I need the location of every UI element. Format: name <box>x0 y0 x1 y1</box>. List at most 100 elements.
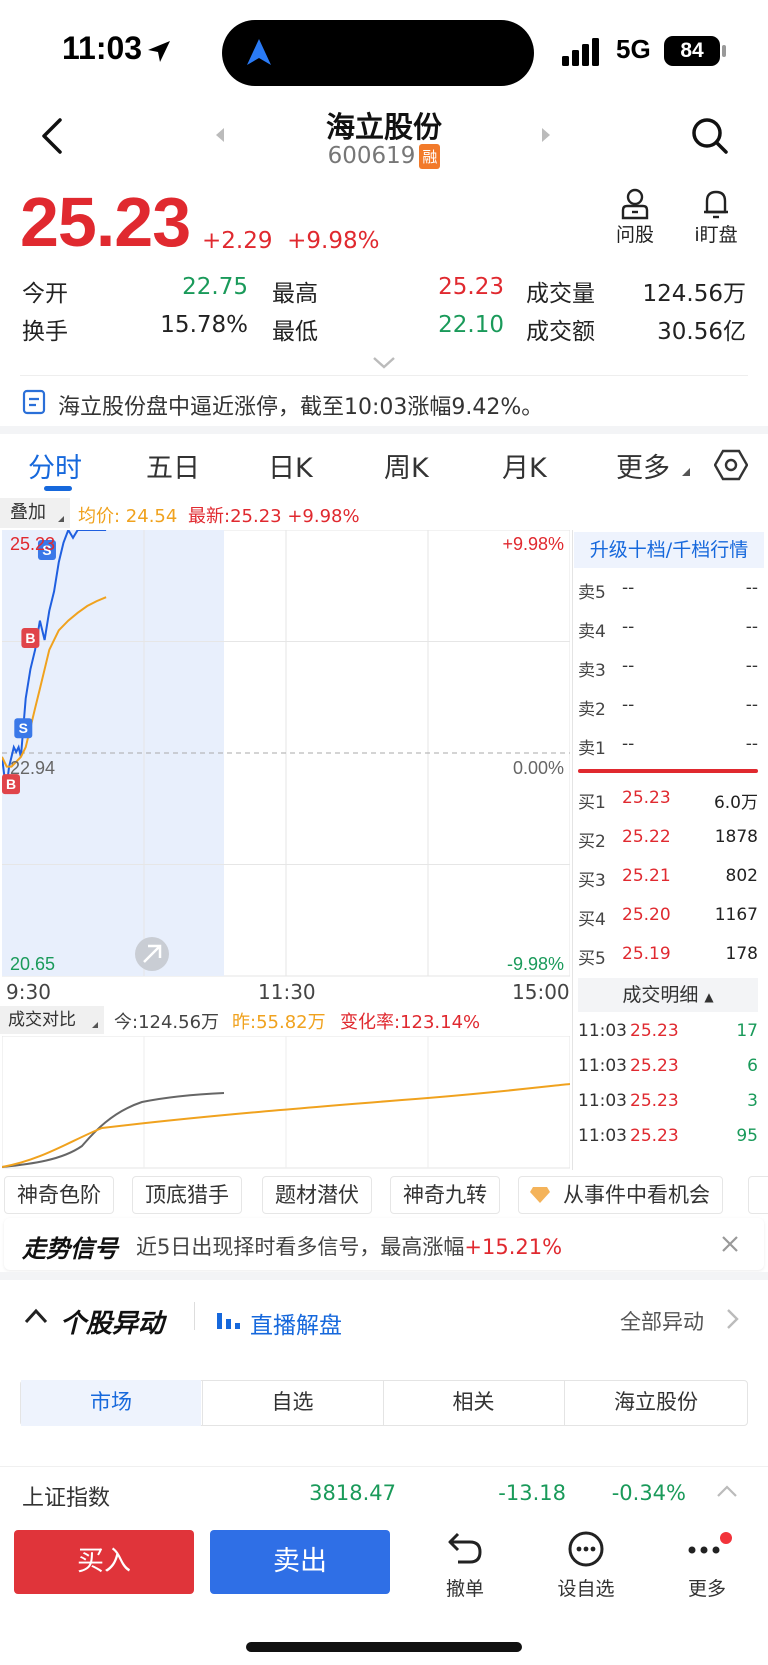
bid-row[interactable]: 买2 25.22 1878 <box>578 827 758 855</box>
buy-button[interactable]: 买入 <box>14 1530 194 1594</box>
ask-volume: -- <box>745 695 758 715</box>
tool-chips-row: 神奇色阶 顶底猎手 题材潜伏 神奇九转 从事件中看机会 <box>0 1172 768 1218</box>
ask-label: 卖5 <box>578 583 606 603</box>
volume-yesterday: 昨:55.82万 <box>232 1012 326 1033</box>
ask-price: -- <box>622 695 635 715</box>
trade-row: 11:03 25.23 17 <box>578 1021 758 1049</box>
bid-volume: 178 <box>725 944 758 964</box>
intraday-chart[interactable]: BSBS 25.23 22.94 20.65 +9.98% 0.00% -9.9… <box>2 530 570 978</box>
overlay-button[interactable]: 叠加 <box>0 498 70 528</box>
bid-volume: 1878 <box>714 827 758 847</box>
ask-stock-button[interactable]: 问股 <box>610 188 660 247</box>
index-divider <box>0 1466 768 1467</box>
close-icon[interactable] <box>720 1234 740 1254</box>
turnover-value: 15.78% <box>160 312 248 338</box>
ask-row[interactable]: 卖5 -- -- <box>578 578 758 606</box>
segment-watchlist[interactable]: 自选 <box>202 1380 382 1426</box>
y-left-bottom: 20.65 <box>10 954 55 974</box>
all-movements-link[interactable]: 全部异动 <box>620 1306 704 1336</box>
tab-intraday[interactable]: 分时 <box>28 446 82 485</box>
stock-name: 海立股份 <box>325 110 442 144</box>
tool-chip-color-scale[interactable]: 神奇色阶 <box>4 1176 114 1214</box>
index-value: 3818.47 <box>309 1481 396 1505</box>
high-label: 最高 <box>272 281 318 307</box>
ask-price: -- <box>622 578 635 598</box>
ask-volume: -- <box>745 578 758 598</box>
sell-marker[interactable]: S <box>14 718 33 739</box>
index-name[interactable]: 上证指数 <box>22 1480 110 1512</box>
svg-text:B: B <box>6 776 16 792</box>
tab-monthly-k[interactable]: 月K <box>502 446 547 485</box>
bid-row[interactable]: 买5 25.19 178 <box>578 944 758 972</box>
overlay-label: 叠加 <box>10 502 46 523</box>
trade-vol: 17 <box>736 1021 758 1041</box>
bid-row[interactable]: 买1 25.23 6.0万 <box>578 788 758 816</box>
upgrade-orderbook-button[interactable]: 升级十档/千档行情 <box>574 532 764 568</box>
bid-row[interactable]: 买3 25.21 802 <box>578 866 758 894</box>
x-label-open: 9:30 <box>6 980 51 1004</box>
expand-chevron-icon[interactable] <box>372 356 396 370</box>
stock-code-row: 600619 融 <box>0 143 768 169</box>
section-gap <box>0 426 768 434</box>
segment-related[interactable]: 相关 <box>383 1380 563 1426</box>
cancel-order-label: 撤单 <box>445 1578 484 1600</box>
trade-row: 11:03 25.23 6 <box>578 1056 758 1084</box>
settings-hex-icon[interactable] <box>714 448 748 482</box>
svg-text:B: B <box>25 630 35 646</box>
tool-chip-top-bottom[interactable]: 顶底猎手 <box>132 1176 242 1214</box>
bell-icon <box>704 190 728 219</box>
trade-row: 11:03 25.23 3 <box>578 1091 758 1119</box>
notice-text[interactable]: 海立股份盘中逼近涨停，截至10:03涨幅9.42%。 <box>58 389 543 421</box>
high-value: 25.23 <box>438 274 504 300</box>
bid-label: 买2 <box>578 832 606 852</box>
collapse-chevron-icon[interactable] <box>24 1308 48 1324</box>
volume-compare-label: 成交对比 <box>8 1010 76 1030</box>
ask-row[interactable]: 卖1 -- -- <box>578 734 758 762</box>
search-icon[interactable] <box>690 116 730 156</box>
index-expand-icon[interactable] <box>716 1484 738 1498</box>
tab-weekly-k[interactable]: 周K <box>384 446 429 485</box>
trade-time: 11:03 <box>578 1056 627 1076</box>
segment-stock[interactable]: 海立股份 <box>564 1380 747 1426</box>
ask-row[interactable]: 卖2 -- -- <box>578 695 758 723</box>
y-left-mid: 22.94 <box>10 758 55 778</box>
watch-label: i盯盘 <box>694 224 738 246</box>
bid-label: 买4 <box>578 910 606 930</box>
ask-row[interactable]: 卖4 -- -- <box>578 617 758 645</box>
price-change: +2.29 +9.98% <box>202 228 379 254</box>
amount-value: 30.56亿 <box>657 319 746 345</box>
tool-chip-events[interactable]: 从事件中看机会 <box>518 1176 723 1214</box>
sell-button[interactable]: 卖出 <box>210 1530 390 1594</box>
tool-chip-overflow[interactable] <box>748 1176 768 1214</box>
chevron-right-icon[interactable] <box>726 1308 740 1330</box>
segment-market[interactable]: 市场 <box>21 1380 201 1426</box>
buy-marker[interactable]: B <box>21 628 40 649</box>
margin-badge: 融 <box>419 144 441 169</box>
crosshair-toggle-icon[interactable] <box>135 937 169 971</box>
live-bars-icon <box>217 1313 240 1329</box>
volume-compare-chart <box>2 1036 570 1169</box>
bid-price: 25.19 <box>622 944 671 964</box>
diamond-icon <box>530 1187 550 1203</box>
live-analysis-link[interactable]: 直播解盘 <box>250 1306 342 1340</box>
bid-price: 25.23 <box>622 788 671 808</box>
tab-5day[interactable]: 五日 <box>146 446 200 485</box>
bid-label: 买1 <box>578 793 606 813</box>
trade-price: 25.23 <box>630 1056 679 1076</box>
volume-compare-button[interactable]: 成交对比 <box>0 1006 104 1034</box>
trade-detail-header[interactable]: 成交明细 ▲ <box>578 978 758 1012</box>
tab-more-label: 更多 <box>616 453 670 484</box>
ask-row[interactable]: 卖3 -- -- <box>578 656 758 684</box>
tool-chip-nine[interactable]: 神奇九转 <box>390 1176 500 1214</box>
bid-row[interactable]: 买4 25.20 1167 <box>578 905 758 933</box>
more-button[interactable]: 更多 <box>672 1530 742 1601</box>
watch-button[interactable]: i盯盘 <box>686 188 746 247</box>
tab-daily-k[interactable]: 日K <box>268 446 313 485</box>
signal-title: 走势信号 <box>22 1235 118 1263</box>
turnover-label: 换手 <box>22 319 68 345</box>
volume-compare-corner-icon <box>92 1022 98 1028</box>
cancel-order-button[interactable]: 撤单 <box>430 1530 500 1601</box>
tool-chip-theme[interactable]: 题材潜伏 <box>262 1176 372 1214</box>
add-favorite-button[interactable]: 设自选 <box>548 1530 624 1601</box>
tab-more[interactable]: 更多 <box>616 446 670 485</box>
